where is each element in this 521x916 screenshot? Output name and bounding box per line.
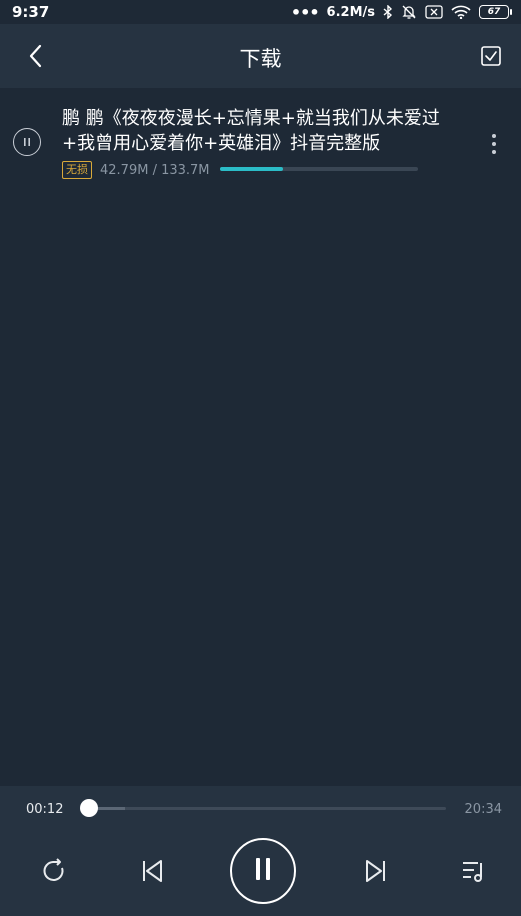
lossless-badge: 无损	[62, 161, 92, 179]
network-speed: 6.2M/s	[326, 4, 375, 20]
bluetooth-icon	[383, 5, 393, 19]
pause-icon	[251, 856, 275, 886]
playlist-button[interactable]	[459, 858, 489, 888]
status-bar: 9:37 ••• 6.2M/s 67	[0, 0, 521, 24]
repeat-icon	[38, 856, 68, 890]
next-button[interactable]	[361, 858, 391, 888]
song-title: 鹏 鹏《夜夜夜漫长+忘情果+就当我们从未爱过+我曾用心爱着你+英雄泪》抖音完整版	[62, 108, 440, 154]
bell-off-icon	[401, 4, 417, 20]
seek-bar[interactable]	[85, 807, 446, 810]
more-vertical-icon[interactable]	[491, 132, 497, 156]
playlist-icon	[459, 856, 489, 890]
download-pause-button[interactable]	[13, 128, 41, 156]
more-dots-icon: •••	[290, 2, 320, 22]
player-bar: 00:12 20:34	[0, 786, 521, 916]
download-meta: 无损 42.79M / 133.7M	[62, 161, 210, 179]
wifi-icon	[451, 5, 471, 19]
next-icon	[361, 856, 391, 890]
checkbox-select-icon[interactable]	[479, 44, 503, 68]
seek-thumb[interactable]	[79, 799, 98, 817]
download-size: 42.79M / 133.7M	[100, 162, 210, 178]
app-header: 下载	[0, 24, 521, 88]
pause-icon	[21, 133, 33, 152]
duration: 20:34	[464, 802, 502, 817]
no-sim-icon	[425, 5, 443, 19]
previous-icon	[137, 856, 167, 890]
battery-icon: 67	[479, 5, 512, 19]
download-progress-fill	[220, 167, 284, 171]
status-icons: ••• 6.2M/s 67	[290, 2, 512, 22]
clock: 9:37	[12, 3, 50, 21]
play-pause-button[interactable]	[230, 838, 296, 904]
download-progress-bar	[220, 167, 418, 171]
current-time: 00:12	[26, 802, 64, 817]
repeat-button[interactable]	[38, 858, 68, 888]
previous-button[interactable]	[137, 858, 167, 888]
battery-level: 67	[487, 7, 501, 17]
page-title: 下载	[239, 47, 282, 71]
